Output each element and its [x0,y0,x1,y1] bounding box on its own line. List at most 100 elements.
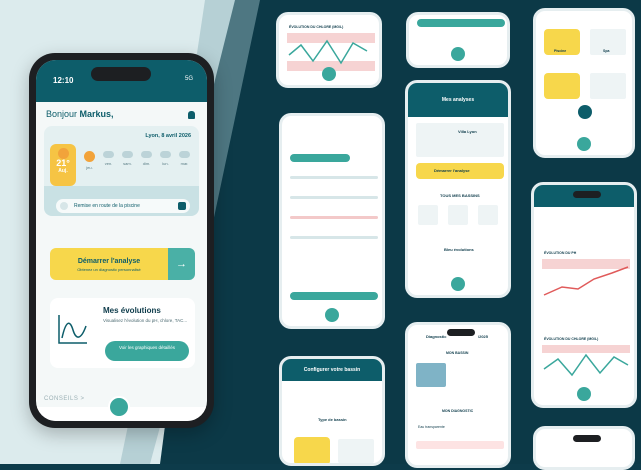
mini-tous-bassins: TOUS MES BASSINS [440,193,480,198]
drop-fab-button[interactable] [577,137,591,151]
mini-spa-option[interactable] [338,439,374,463]
drop-fab-button[interactable] [577,387,591,401]
start-analysis-button[interactable]: Démarrer l'analyse Obtenez un diagnostic… [50,248,195,280]
greeting-prefix: Bonjour [46,109,78,119]
greeting-name: Markus, [79,109,114,119]
mini-bassin-tile[interactable] [418,205,438,225]
mini-analyses-screen: Mes analyses Villa Lyon Démarrer l'analy… [405,80,511,298]
mini-spa-label: Spa [603,49,610,53]
chart-icon [58,315,87,344]
mini-alert [416,441,504,449]
evolutions-description: Visualisez l'évolution du pH, chlore, TA… [103,318,188,323]
mini-config-screen: Configurer votre bassin Type de bassin [279,356,385,466]
mini-bleu-evo: Bleu évolutions [444,247,474,252]
drop-fab-button[interactable] [108,396,130,418]
mini-ph-chart [542,259,630,296]
network-indicator: 5G [184,76,193,82]
drop-fab-button[interactable] [325,308,339,322]
bell-icon[interactable] [188,111,195,119]
chevron-right-icon [178,202,186,210]
weather-day: sam. [120,151,135,166]
status-time: 12:10 [53,76,74,85]
remise-label: Remise en route de la piscine [74,203,140,209]
drop-fab-button[interactable] [451,277,465,291]
main-phone: 12:10 5G Bonjour Markus, Lyon, 8 avril 2… [29,53,214,428]
mini-chlore-chart: ÉVOLUTION DU CHLORE (MG/L) [276,12,382,88]
evolutions-title: Mes évolutions [103,306,161,315]
arrow-right-icon: → [168,248,195,280]
mini-piscine-option[interactable] [294,437,330,463]
cloud-icon [103,151,114,158]
mini-bottom-screen [533,426,635,470]
cloud-icon [179,151,190,158]
mini-pool-name: Villa Lyon [458,129,477,134]
weather-day-label: jeu. [86,165,93,170]
mini-button[interactable] [417,19,505,27]
weather-location-date: Lyon, 8 avril 2026 [145,133,191,139]
mini-mon-bassin: MON BASSIN [446,351,469,355]
weather-day-label: mar. [180,161,189,166]
mini-chlore-chart [542,345,630,377]
mini-pool-photo [416,363,446,387]
pool-icon [60,202,68,210]
mini-evolution-screen: ÉVOLUTION DU PH ÉVOLUTION DU CHLORE (MG/… [531,182,637,408]
cloud-icon [160,151,171,158]
mini-type-screen: Piscine Spa [533,8,635,158]
drop-fab-button[interactable] [322,67,336,81]
main-screen: 12:10 5G Bonjour Markus, Lyon, 8 avril 2… [36,60,207,421]
mini-mon-diag: MON DIAGNOSTIC [442,409,474,413]
mini-option[interactable] [590,73,626,99]
weather-today-label: Auj. [58,168,68,174]
remise-en-route-button[interactable]: Remise en route de la piscine [56,199,190,213]
cloud-icon [141,151,152,158]
mini-analyse-label: Démarrer l'analyse [434,168,470,173]
mini-chart-title: ÉVOLUTION DU CHLORE (MG/L) [289,25,344,29]
weather-day-label: dim. [142,161,151,166]
mini-evo-ph: ÉVOLUTION DU PH [544,251,577,255]
mini-submit-button[interactable] [290,292,378,300]
weather-day: ven. [101,151,116,166]
sun-icon [58,148,69,159]
mini-slider [290,176,378,179]
mini-analyses-title: Mes analyses [441,97,475,103]
cta-title: Démarrer l'analyse [77,258,141,265]
drop-fab-button[interactable] [451,47,465,61]
dynamic-island [91,67,151,81]
mini-bassin-tile[interactable] [448,205,468,225]
dynamic-island [573,435,601,442]
mini-form-screen [279,113,385,329]
mini-slider [290,236,378,239]
evolutions-card: Mes évolutions Visualisez l'évolution du… [50,298,195,368]
mini-slider [290,196,378,199]
greeting: Bonjour Markus, [46,109,114,119]
mini-option[interactable] [544,73,580,99]
mini-eau-transparente: Eau transparente [418,425,445,429]
mini-diag-year: /2025 [478,334,489,339]
view-charts-button[interactable]: Voir les graphiques détaillés [105,341,189,361]
mini-slider [290,216,378,219]
mini-diagnostic-screen: Diagnostic /2025 MON BASSIN MON DIAGNOST… [405,322,511,468]
weather-day-label: ven. [104,161,113,166]
mini-config-title: Configurer votre bassin [303,367,361,373]
weather-day: jeu. [82,151,97,170]
cloud-icon [122,151,133,158]
mini-line-chart [287,33,375,71]
mini-active-tab [290,154,350,162]
mini-top-screen [406,12,510,68]
sun-icon [84,151,95,162]
status-bar: 12:10 5G [36,60,207,102]
weather-today-temp: 21° [56,158,70,168]
mini-evo-chlore: ÉVOLUTION DU CHLORE (MG/L) [544,337,599,341]
mini-type-bassin: Type de bassin [318,417,347,422]
next-button[interactable] [578,105,592,119]
weather-day-label: sam. [123,161,132,166]
mini-bassin-tile[interactable] [478,205,498,225]
weather-day: mar. [177,151,192,166]
dynamic-island [573,191,601,198]
weather-day: lun. [158,151,173,166]
weather-today: 21° Auj. [50,144,76,186]
conseils-section-title[interactable]: CONSEILS > [44,396,85,402]
mini-diag-title: Diagnostic [426,334,447,339]
mini-piscine-label: Piscine [554,49,567,53]
cta-subtitle: Obtenez un diagnostic personnalisé [77,267,141,272]
